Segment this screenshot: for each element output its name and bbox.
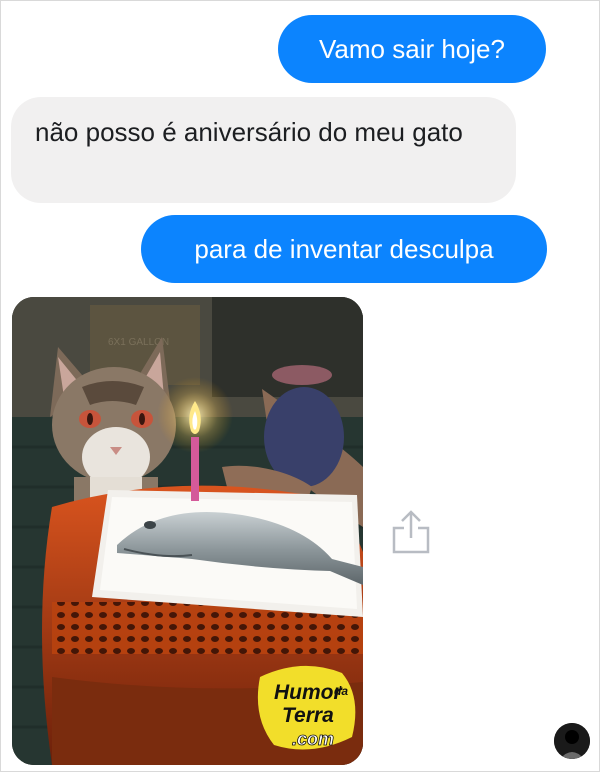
message-text: não posso é aniversário do meu gato [35,117,463,147]
avatar[interactable] [554,723,590,759]
message-text: para de inventar desculpa [194,234,494,264]
chat-window: Vamo sair hoje? não posso é aniversário … [0,0,600,772]
watermark-line4: .com [292,729,334,749]
watermark-line2: da [334,684,348,698]
share-icon[interactable] [389,508,433,556]
sent-message-bubble[interactable]: para de inventar desculpa [141,215,547,283]
message-text: Vamo sair hoje? [319,34,505,64]
sent-message-bubble[interactable]: Vamo sair hoje? [278,15,546,83]
received-message-bubble[interactable]: não posso é aniversário do meu gato [11,97,516,203]
shared-photo[interactable]: 6X1 GALLON Humor da Terra .com [12,297,363,765]
watermark-logo: Humor da Terra .com [257,665,356,750]
watermark-line3: Terra [282,704,334,727]
